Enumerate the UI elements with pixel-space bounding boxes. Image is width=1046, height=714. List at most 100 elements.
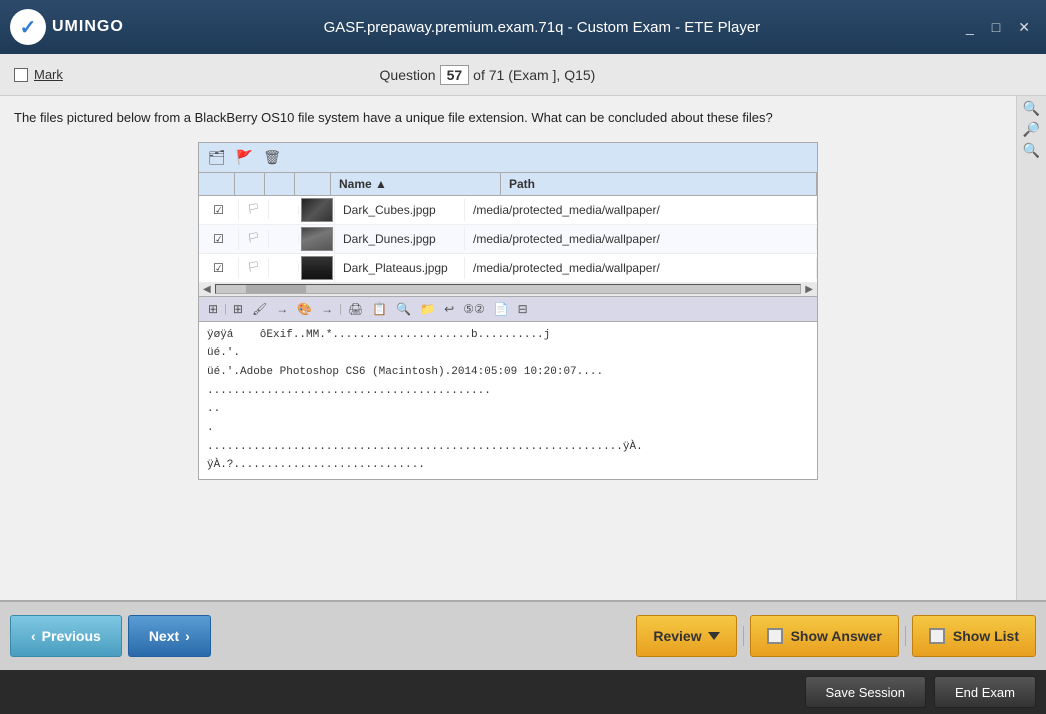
show-answer-label: Show Answer: [791, 628, 882, 644]
next-label: Next: [149, 628, 179, 644]
hex-line-2: üé.'.: [207, 344, 809, 363]
window-controls: _ □ ✕: [960, 17, 1036, 38]
zoom-out-icon[interactable]: 🔍: [1023, 142, 1040, 159]
tb-print-icon[interactable]: 🖨: [345, 300, 366, 318]
row-checkbox-3[interactable]: ☑: [199, 257, 239, 279]
minimize-button[interactable]: _: [960, 17, 980, 37]
file-browser-toolbar-top: 🗂 🚩 🗑: [199, 143, 817, 173]
hex-content-area: ÿøÿá ôExif..MM.*.....................b..…: [199, 322, 817, 480]
table-row[interactable]: ☑ 🏳 Dark_Plateaus.jpgp /media/protected_…: [199, 254, 817, 283]
hex-line-3: üé.'.Adobe Photoshop CS6 (Macintosh).201…: [207, 363, 809, 382]
review-arrow-icon: [708, 632, 720, 640]
question-number: 57: [440, 65, 470, 85]
row-name-3: Dark_Plateaus.jpgp: [335, 257, 465, 279]
navigation-bar: ‹ Previous Next › Review Show Answer Sho…: [0, 600, 1046, 670]
next-button[interactable]: Next ›: [128, 615, 211, 657]
next-arrow-icon: ›: [185, 628, 190, 644]
maximize-button[interactable]: □: [986, 17, 1006, 37]
header-del: [265, 173, 295, 195]
table-row[interactable]: ☑ 🏳 Dark_Cubes.jpgp /media/protected_med…: [199, 196, 817, 225]
mark-area: Mark: [14, 67, 63, 82]
question-text: The files pictured below from a BlackBer…: [14, 108, 1002, 128]
row-name-2: Dark_Dunes.jpgp: [335, 228, 465, 250]
hex-line-4: ........................................…: [207, 382, 809, 401]
hex-line-8: ÿÀ.?.............................: [207, 456, 809, 475]
row-del-3[interactable]: [269, 264, 299, 272]
row-flag-2[interactable]: 🏳: [239, 229, 269, 248]
question-total: of 71 (Exam ], Q15): [473, 67, 595, 83]
fb-icon-flag[interactable]: 🚩: [233, 147, 256, 168]
row-checkbox-1[interactable]: ☑: [199, 199, 239, 221]
tb-panel-icon[interactable]: ⊟: [515, 300, 531, 318]
review-label: Review: [653, 628, 701, 644]
tb-view-icon[interactable]: ⊞: [205, 300, 221, 318]
row-name-1: Dark_Cubes.jpgp: [335, 199, 465, 221]
tb-color-icon[interactable]: 🎨: [294, 300, 315, 318]
horizontal-scrollbar[interactable]: ◀ ▶: [199, 283, 817, 297]
right-scroll-sidebar: 🔍 🔎 🔍: [1016, 96, 1046, 600]
row-thumb-1: [299, 196, 335, 224]
nav-divider-2: [905, 626, 906, 646]
window-title: GASF.prepaway.premium.exam.71q - Custom …: [124, 19, 960, 36]
tb-search-icon[interactable]: 🔍: [393, 300, 414, 318]
prev-arrow-icon: ‹: [31, 628, 36, 644]
row-path-3: /media/protected_media/wallpaper/: [465, 257, 817, 279]
tb-num-icon[interactable]: ⑤②: [460, 300, 488, 318]
tb-grid-icon[interactable]: ⊞: [230, 300, 246, 318]
hex-line-5: ..: [207, 400, 809, 419]
question-header: Mark Question 57 of 71 (Exam ], Q15): [0, 54, 1046, 96]
zoom-in-icon[interactable]: 🔎: [1023, 121, 1040, 138]
search-zoom-icon[interactable]: 🔍: [1023, 100, 1040, 117]
header-name[interactable]: Name ▲: [331, 173, 501, 195]
action-bar: Save Session End Exam: [0, 670, 1046, 714]
row-path-1: /media/protected_media/wallpaper/: [465, 199, 817, 221]
close-button[interactable]: ✕: [1012, 17, 1036, 38]
show-answer-button[interactable]: Show Answer: [750, 615, 899, 657]
row-del-2[interactable]: [269, 235, 299, 243]
tb-arrow2-icon[interactable]: →: [318, 300, 336, 318]
tb-share-icon[interactable]: ↩: [441, 300, 457, 318]
tb-doc-icon[interactable]: 📄: [491, 300, 512, 318]
logo-check-icon: ✓: [20, 15, 37, 40]
hex-line-6: .: [207, 419, 809, 438]
row-checkbox-2[interactable]: ☑: [199, 228, 239, 250]
row-del-1[interactable]: [269, 206, 299, 214]
show-list-button[interactable]: Show List: [912, 615, 1036, 657]
tb-paint-icon[interactable]: 🖌: [249, 300, 270, 318]
previous-button[interactable]: ‹ Previous: [10, 615, 122, 657]
header-path: Path: [501, 173, 817, 195]
tb-folder-icon[interactable]: 📁: [417, 300, 438, 318]
row-flag-1[interactable]: 🏳: [239, 200, 269, 219]
scrollbar-thumb[interactable]: [246, 285, 306, 293]
mark-label[interactable]: Mark: [34, 67, 63, 82]
row-flag-3[interactable]: 🏳: [239, 258, 269, 277]
main-content: The files pictured below from a BlackBer…: [0, 96, 1046, 600]
table-row[interactable]: ☑ 🏳 Dark_Dunes.jpgp /media/protected_med…: [199, 225, 817, 254]
header-thumb: [295, 173, 331, 195]
fb-icon-delete[interactable]: 🗑: [260, 147, 284, 168]
show-list-label: Show List: [953, 628, 1019, 644]
show-list-checkbox-icon: [929, 628, 945, 644]
tb-copy-icon[interactable]: 📋: [369, 300, 390, 318]
mark-checkbox[interactable]: [14, 68, 28, 82]
file-browser-header: Name ▲ Path: [199, 173, 817, 196]
end-exam-button[interactable]: End Exam: [934, 676, 1036, 708]
show-answer-checkbox-icon: [767, 628, 783, 644]
row-path-2: /media/protected_media/wallpaper/: [465, 228, 817, 250]
question-body: The files pictured below from a BlackBer…: [0, 96, 1016, 600]
tb-arrow-icon[interactable]: →: [273, 300, 291, 318]
header-flag: [235, 173, 265, 195]
question-label: Question: [380, 67, 436, 83]
title-bar: ✓ UMINGO GASF.prepaway.premium.exam.71q …: [0, 0, 1046, 54]
file-browser-toolbar-bottom: ⊞ | ⊞ 🖌 → 🎨 → | 🖨 📋 🔍 📁 ↩ ⑤② 📄 ⊟: [199, 297, 817, 322]
logo-text: UMINGO: [52, 18, 124, 36]
hex-line-1: ÿøÿá ôExif..MM.*.....................b..…: [207, 326, 809, 345]
fb-icon-folder[interactable]: 🗂: [205, 147, 229, 168]
header-check: [199, 173, 235, 195]
review-button[interactable]: Review: [636, 615, 736, 657]
logo-area: ✓ UMINGO: [10, 9, 124, 45]
scrollbar-track[interactable]: [215, 284, 802, 294]
save-session-button[interactable]: Save Session: [805, 676, 927, 708]
previous-label: Previous: [42, 628, 101, 644]
file-browser: 🗂 🚩 🗑 Name ▲ Path ☑ 🏳: [198, 142, 818, 481]
